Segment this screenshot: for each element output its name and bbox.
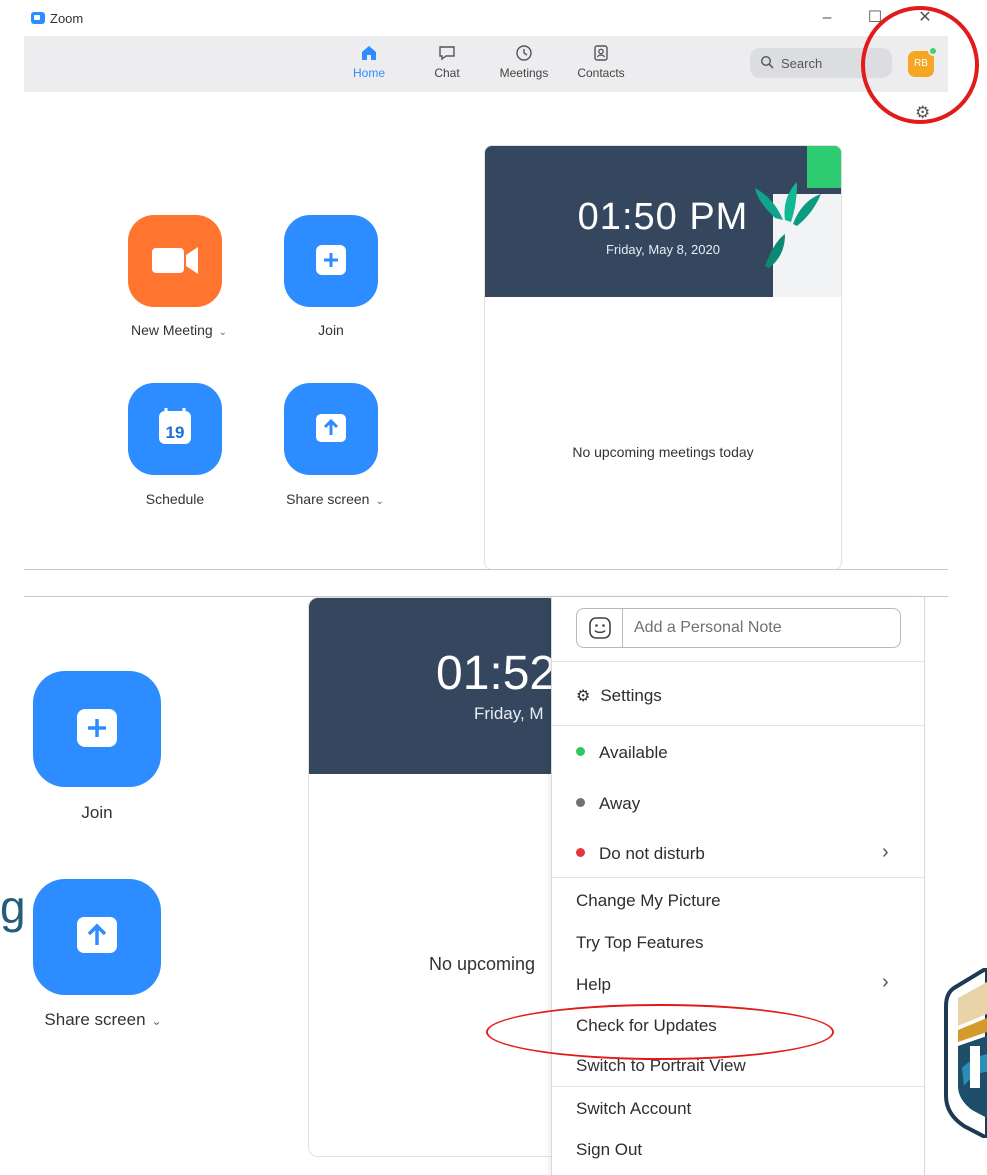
tab-chat[interactable]: Chat bbox=[412, 43, 482, 89]
emoji-button[interactable] bbox=[577, 609, 623, 647]
chevron-right-icon: › bbox=[882, 841, 889, 863]
menu-item-help[interactable]: Help bbox=[576, 975, 611, 995]
share-screen-button[interactable] bbox=[284, 383, 378, 475]
menu-item-label: Do not disturb bbox=[599, 844, 705, 863]
do-not-disturb-icon bbox=[576, 848, 585, 857]
menu-item-label: Available bbox=[599, 743, 668, 762]
gear-icon[interactable]: ⚙ bbox=[915, 103, 930, 123]
personal-note-input[interactable]: Add a Personal Note bbox=[576, 608, 901, 648]
tab-contacts-label: Contacts bbox=[577, 66, 625, 80]
menu-item-sign-out[interactable]: Sign Out bbox=[576, 1140, 642, 1160]
upcoming-meetings-card: 01:50 PM Friday, May 8, 2020 No upcoming… bbox=[484, 145, 842, 570]
join-button[interactable] bbox=[33, 671, 161, 787]
upcoming-meetings-card: 01:52 Friday, M No upcoming bbox=[308, 597, 558, 1157]
menu-separator bbox=[552, 661, 924, 662]
new-meeting-label: New Meeting ⌄ bbox=[130, 322, 228, 338]
chevron-down-icon: ⌄ bbox=[151, 1014, 162, 1028]
chevron-right-icon: › bbox=[882, 971, 889, 993]
join-label: Join bbox=[318, 322, 344, 338]
menu-item-available[interactable]: Available bbox=[576, 743, 668, 763]
menu-item-do-not-disturb[interactable]: Do not disturb bbox=[576, 844, 705, 864]
menu-item-label: Away bbox=[599, 794, 641, 813]
share-arrow-icon bbox=[77, 917, 117, 953]
tab-meetings[interactable]: Meetings bbox=[489, 43, 559, 89]
share-screen-label: Share screen ⌄ bbox=[286, 491, 384, 507]
search-icon bbox=[760, 55, 774, 69]
partial-text: g bbox=[0, 881, 26, 933]
chat-icon bbox=[439, 46, 455, 61]
share-screen-button[interactable] bbox=[33, 879, 161, 995]
plus-icon bbox=[77, 709, 117, 747]
top-nav-bar: Home Chat Meetings Contacts Search RB bbox=[24, 36, 948, 92]
search-placeholder: Search bbox=[781, 56, 823, 71]
menu-separator bbox=[552, 1086, 924, 1087]
divider bbox=[24, 569, 948, 570]
join-label: Join bbox=[81, 803, 113, 822]
menu-item-switch-account[interactable]: Switch Account bbox=[576, 1099, 691, 1119]
clock-date: Friday, May 8, 2020 bbox=[606, 242, 720, 257]
clock-banner: 01:52 Friday, M bbox=[309, 598, 557, 774]
clock-date: Friday, M bbox=[474, 704, 544, 723]
no-meetings-text: No upcoming bbox=[429, 954, 536, 974]
away-clock-icon bbox=[576, 798, 585, 807]
personal-note-placeholder: Add a Personal Note bbox=[634, 619, 782, 636]
schedule-button[interactable]: 19 bbox=[128, 383, 222, 475]
title-bar: Zoom – ☐ ✕ bbox=[24, 0, 954, 36]
chevron-down-icon: ⌄ bbox=[218, 327, 228, 338]
home-icon bbox=[362, 46, 376, 60]
zoom-logo-icon bbox=[31, 12, 45, 24]
minimize-button[interactable]: – bbox=[818, 8, 836, 28]
menu-item-change-picture[interactable]: Change My Picture bbox=[576, 891, 721, 911]
menu-item-label: Settings bbox=[600, 686, 662, 705]
clock-time: 01:50 PM bbox=[577, 196, 749, 238]
clock-banner: 01:50 PM Friday, May 8, 2020 bbox=[485, 146, 841, 297]
new-meeting-button[interactable] bbox=[128, 215, 222, 307]
profile-dropdown-menu: Add a Personal Note ⚙ Settings Available … bbox=[551, 597, 925, 1175]
calendar-day: 19 bbox=[166, 423, 185, 442]
tab-contacts[interactable]: Contacts bbox=[566, 43, 636, 89]
join-button[interactable] bbox=[284, 215, 378, 307]
available-status-icon bbox=[576, 747, 585, 756]
share-arrow-icon bbox=[316, 414, 346, 442]
contacts-icon bbox=[594, 45, 608, 61]
smiley-icon bbox=[589, 617, 611, 639]
share-screen-label: Share screen ⌄ bbox=[44, 1010, 162, 1029]
plus-icon bbox=[316, 245, 346, 275]
menu-separator bbox=[552, 877, 924, 878]
tab-chat-label: Chat bbox=[434, 66, 460, 80]
menu-item-settings[interactable]: ⚙ Settings bbox=[576, 686, 662, 706]
menu-item-top-features[interactable]: Try Top Features bbox=[576, 933, 704, 953]
app-title: Zoom bbox=[50, 11, 84, 26]
menu-separator bbox=[552, 725, 924, 726]
clock-time: 01:52 bbox=[436, 647, 557, 700]
clock-icon bbox=[516, 45, 532, 61]
tab-home-label: Home bbox=[352, 66, 385, 80]
tab-meetings-label: Meetings bbox=[499, 66, 549, 80]
shield-logo-icon bbox=[944, 968, 987, 1138]
check-updates-highlight bbox=[486, 1004, 834, 1060]
no-meetings-text: No upcoming meetings today bbox=[572, 444, 754, 460]
schedule-label: Schedule bbox=[145, 491, 205, 507]
menu-item-away[interactable]: Away bbox=[576, 794, 640, 814]
gear-icon: ⚙ bbox=[576, 688, 591, 705]
calendar-icon: 19 bbox=[159, 408, 191, 444]
tab-home[interactable]: Home bbox=[334, 43, 404, 89]
chevron-down-icon: ⌄ bbox=[375, 496, 384, 507]
video-camera-icon bbox=[152, 247, 198, 274]
